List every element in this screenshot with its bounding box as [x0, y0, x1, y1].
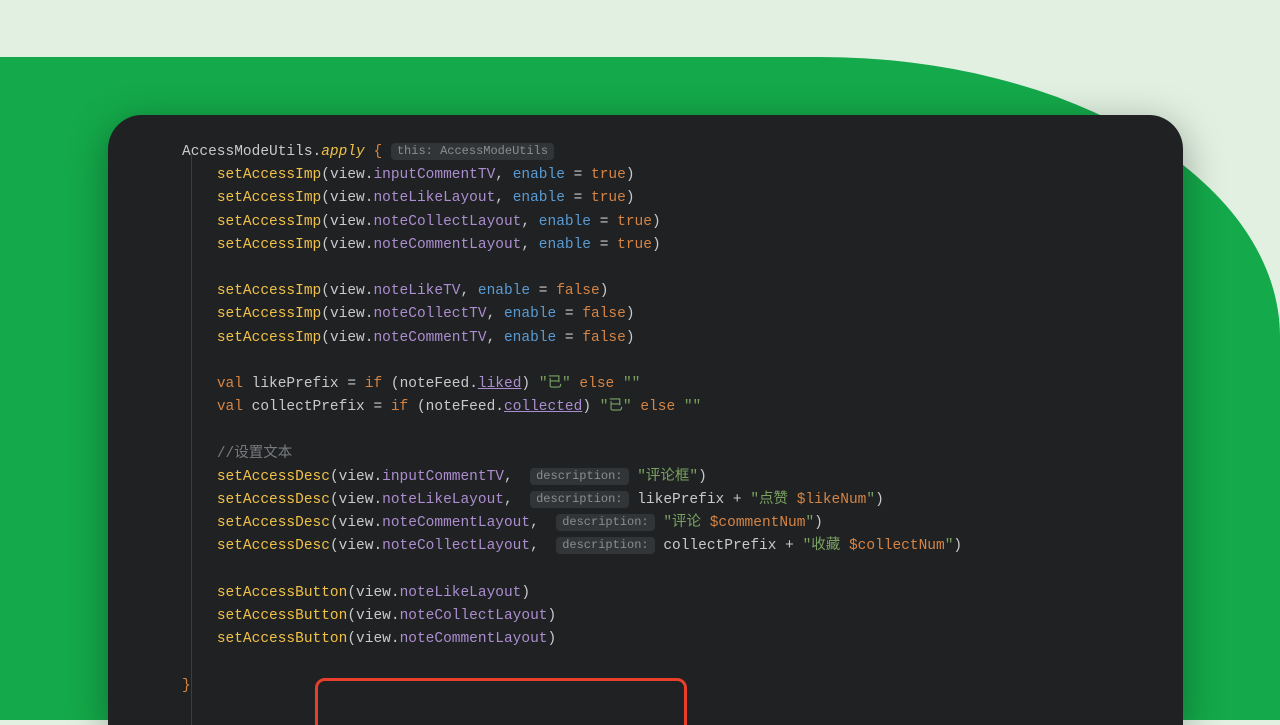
param-hint: description:	[530, 491, 628, 508]
code-token: apply	[321, 144, 365, 160]
param-hint: description:	[530, 468, 628, 485]
code-token: AccessModeUtils	[182, 144, 313, 160]
param-hint: description:	[556, 537, 654, 554]
code-content: AccessModeUtils.apply { this: AccessMode…	[182, 141, 1163, 725]
code-comment: //设置文本	[217, 446, 292, 462]
param-hint: description:	[556, 514, 654, 531]
code-editor-window: AccessModeUtils.apply { this: AccessMode…	[108, 115, 1183, 725]
inline-hint: this: AccessModeUtils	[391, 143, 554, 160]
